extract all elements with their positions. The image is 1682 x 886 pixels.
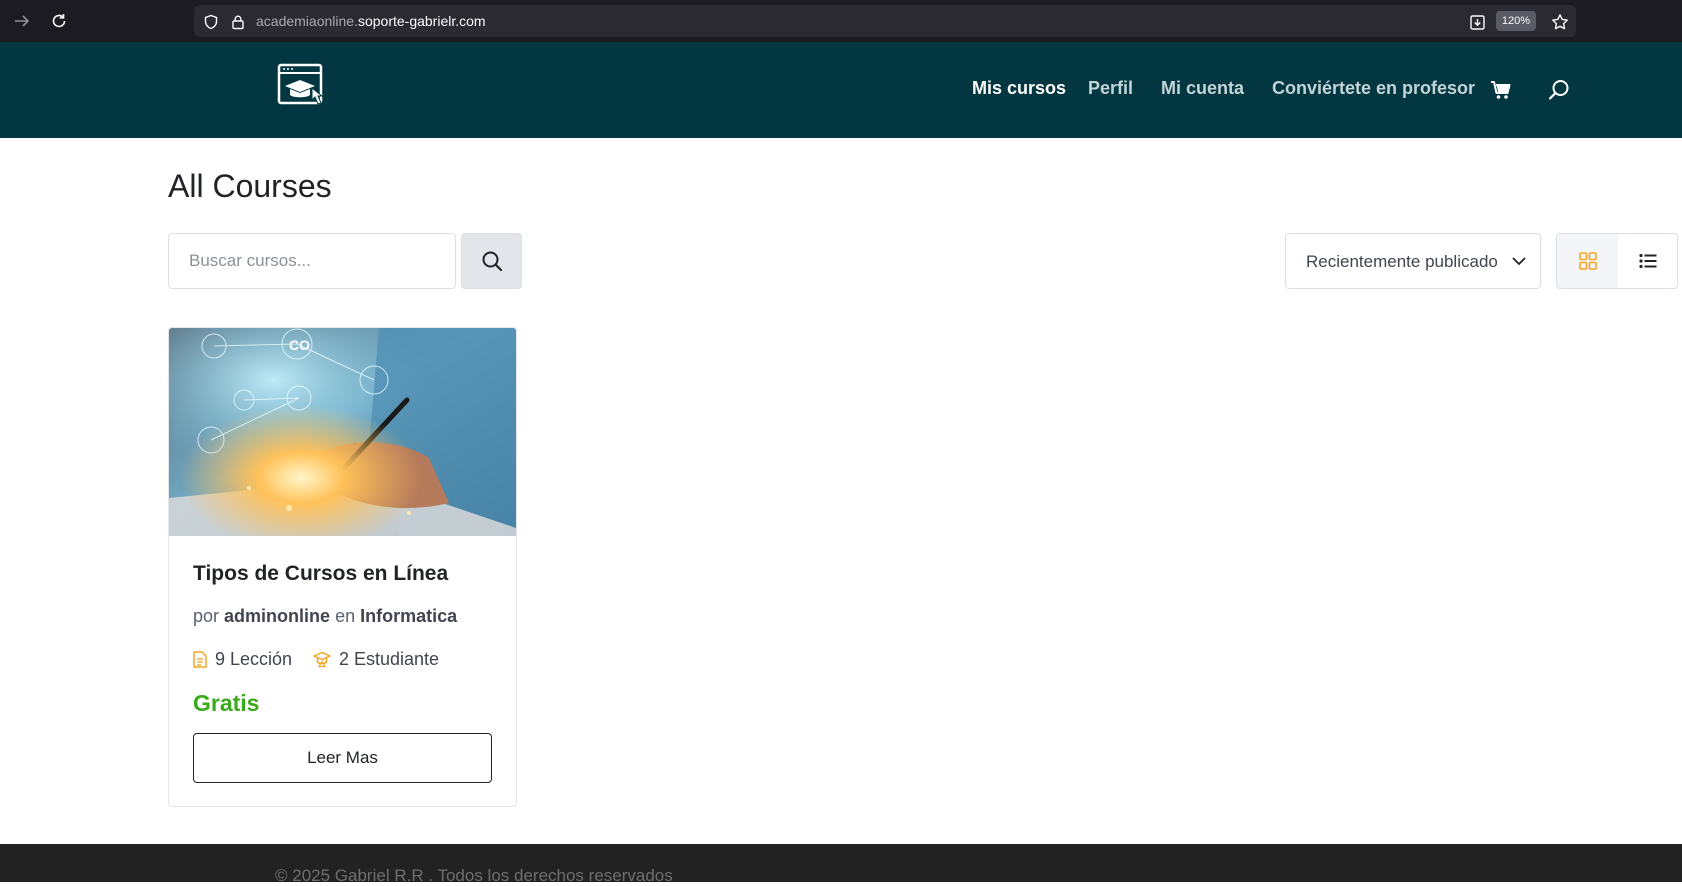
course-author-link[interactable]: adminonline — [224, 606, 330, 626]
nav-mi-cuenta[interactable]: Mi cuenta — [1161, 78, 1244, 99]
zoom-level-badge[interactable]: 120% — [1496, 11, 1536, 31]
footer-copyright: © 2025 Gabriel R.R . Todos los derechos … — [275, 866, 673, 885]
nav-mis-cursos[interactable]: Mis cursos — [972, 78, 1066, 99]
course-lessons: 9 Lección — [193, 649, 292, 670]
graduation-cap-icon — [313, 651, 331, 668]
course-search-button[interactable] — [461, 233, 522, 289]
address-bar[interactable]: academiaonline.soporte-gabrielr.com 120% — [194, 5, 1576, 37]
forward-icon[interactable] — [10, 9, 34, 33]
lock-icon[interactable] — [229, 13, 247, 31]
read-more-button[interactable]: Leer Mas — [193, 733, 492, 783]
grid-view-button[interactable] — [1557, 234, 1618, 288]
shield-icon[interactable] — [202, 13, 220, 31]
students-count: 2 Estudiante — [339, 649, 440, 669]
lessons-count: 9 Lección — [215, 649, 293, 669]
course-card: CO Tipos de Cursos en Línea por adminonl… — [168, 327, 517, 807]
magnifier-icon — [482, 251, 502, 272]
course-thumbnail[interactable]: CO — [169, 328, 516, 536]
document-icon — [193, 651, 207, 668]
url-host-main: soporte-gabrielr.com — [357, 13, 486, 29]
reload-icon[interactable] — [47, 9, 71, 33]
nav-perfil[interactable]: Perfil — [1088, 78, 1133, 99]
course-students: 2 Estudiante — [313, 649, 439, 670]
byline-in: en — [335, 606, 356, 626]
browser-toolbar: academiaonline.soporte-gabrielr.com 120% — [0, 0, 1682, 42]
chevron-down-icon — [1512, 257, 1526, 266]
svg-text:CO: CO — [289, 337, 310, 353]
sort-selected-value: Recientemente publicado — [1306, 252, 1498, 271]
course-search-input[interactable] — [168, 233, 456, 289]
course-byline: por adminonline en Informatica — [193, 606, 457, 627]
search-icon[interactable] — [1547, 78, 1571, 102]
list-icon — [1639, 253, 1657, 269]
byline-by: por — [193, 606, 220, 626]
save-to-pocket-icon[interactable] — [1468, 13, 1486, 31]
url-host-prefix: academiaonline. — [256, 13, 358, 29]
site-logo[interactable] — [276, 62, 332, 118]
course-category-link[interactable]: Informatica — [360, 606, 457, 626]
course-price: Gratis — [193, 690, 260, 716]
view-toggle — [1556, 233, 1678, 289]
grid-icon — [1578, 252, 1597, 270]
page-title: All Courses — [168, 168, 332, 204]
site-footer: © 2025 Gabriel R.R . Todos los derechos … — [0, 844, 1682, 885]
bookmark-star-icon[interactable] — [1551, 13, 1569, 31]
cart-icon[interactable] — [1489, 78, 1513, 102]
list-view-button[interactable] — [1618, 234, 1677, 288]
course-title[interactable]: Tipos de Cursos en Línea — [193, 562, 448, 586]
url-text[interactable]: academiaonline.soporte-gabrielr.com — [256, 13, 486, 29]
site-header: Mis cursos Perfil Mi cuenta Conviértete … — [0, 42, 1682, 138]
sort-dropdown[interactable]: Recientemente publicado — [1285, 233, 1541, 289]
nav-conviertete-profesor[interactable]: Conviértete en profesor — [1272, 78, 1475, 99]
